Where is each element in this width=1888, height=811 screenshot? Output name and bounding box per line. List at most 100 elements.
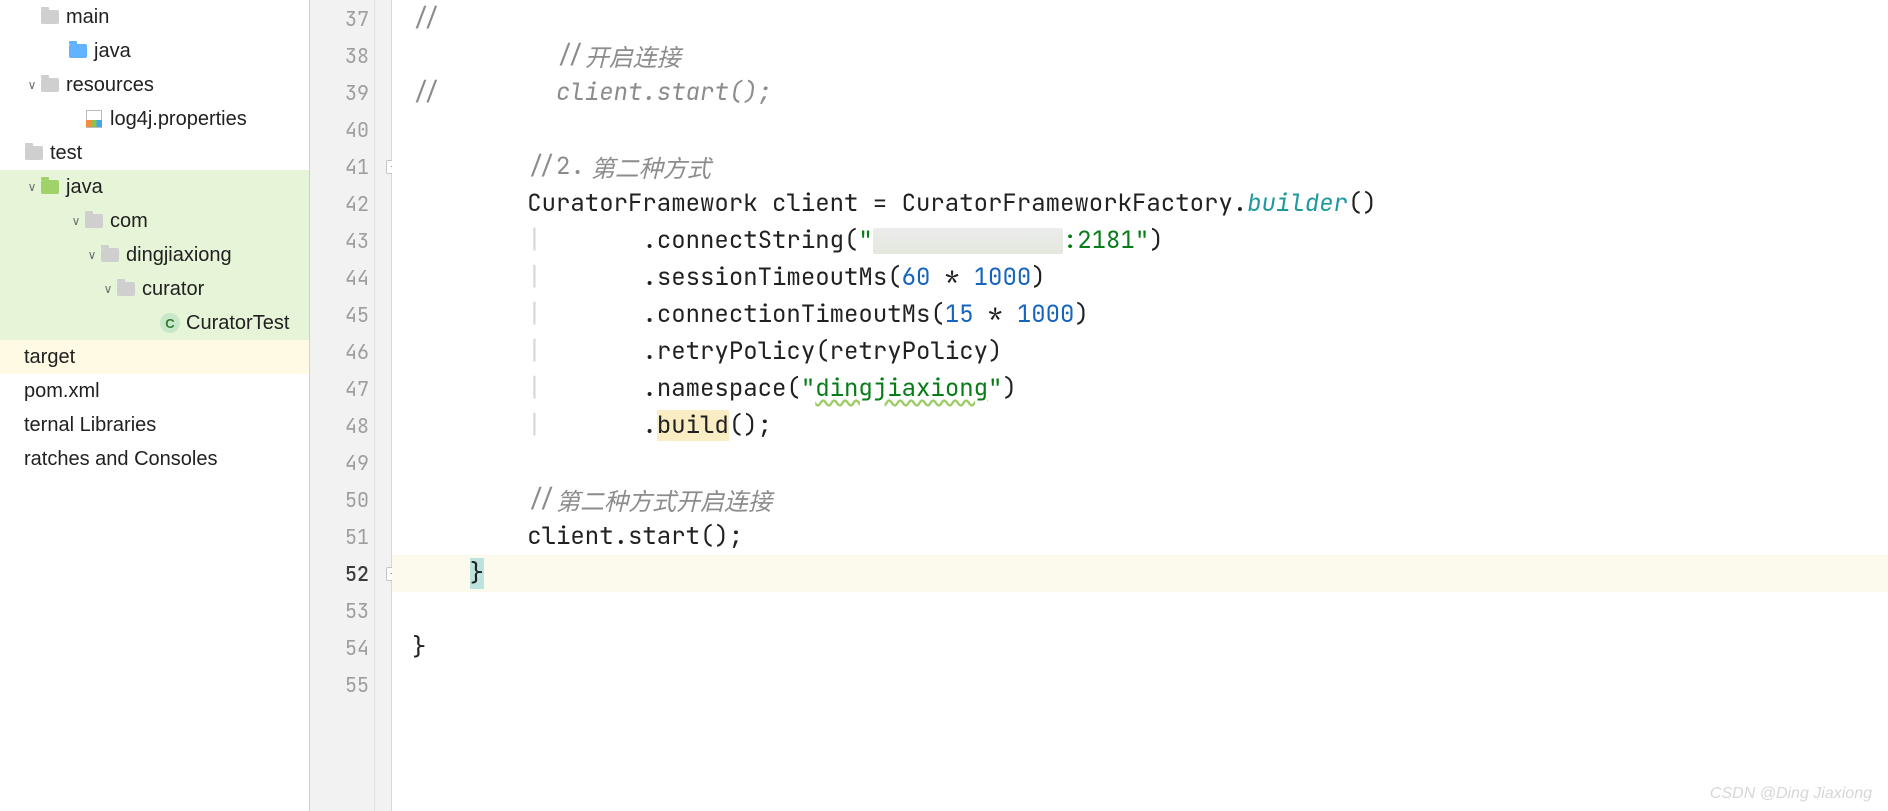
class-icon: C — [160, 313, 180, 333]
number-literal: 1000 — [1017, 299, 1075, 330]
tree-item-dingjiaxiong[interactable]: ∨ dingjiaxiong — [0, 238, 309, 272]
code-line-39[interactable]: // client.start(); — [392, 74, 1888, 111]
tree-item-resources[interactable]: ∨ resources — [0, 68, 309, 102]
caret: } — [470, 558, 484, 589]
tree-item-pom[interactable]: pom.xml — [0, 374, 309, 408]
folder-icon — [68, 41, 88, 61]
code-line-52[interactable]: } — [392, 555, 1888, 592]
folder-icon — [40, 177, 60, 197]
code-line-45[interactable]: | .connectionTimeoutMs(15 * 1000) — [392, 296, 1888, 333]
string-quote: " — [988, 373, 1002, 404]
method-builder: builder — [1247, 188, 1348, 219]
chevron-down-icon[interactable]: ∨ — [84, 248, 100, 262]
code-text: } — [412, 632, 426, 663]
file-icon — [84, 109, 104, 129]
code-text: .sessionTimeoutMs( — [642, 262, 901, 293]
code-line-49[interactable] — [392, 444, 1888, 481]
chevron-down-icon[interactable]: ∨ — [68, 214, 84, 228]
code-line-43[interactable]: | .connectString(":2181") — [392, 222, 1888, 259]
comment-text: 开启连接 — [585, 38, 681, 73]
comment-slashes: // — [527, 484, 556, 515]
code-line-40[interactable] — [392, 111, 1888, 148]
code-line-44[interactable]: | .sessionTimeoutMs(60 * 1000) — [392, 259, 1888, 296]
tree-item-label: CuratorTest — [186, 312, 289, 335]
redacted-host — [873, 228, 1063, 254]
code-line-42[interactable]: CuratorFramework client = CuratorFramewo… — [392, 185, 1888, 222]
tree-item-external-libraries[interactable]: ternal Libraries — [0, 408, 309, 442]
comment-slashes: // — [412, 3, 441, 34]
comment-slashes: //2. — [527, 151, 585, 182]
number-literal: 1000 — [974, 262, 1032, 293]
code-line-48[interactable]: | .build(); — [392, 407, 1888, 444]
folder-icon — [24, 143, 44, 163]
tree-item-label: resources — [66, 74, 154, 97]
tree-item-label: java — [94, 40, 131, 63]
code-line-53[interactable] — [392, 592, 1888, 629]
comment-code: client.start(); — [556, 77, 772, 108]
tree-item-label: curator — [142, 278, 204, 301]
tree-item-label: ratches and Consoles — [24, 448, 217, 471]
tree-item-com[interactable]: ∨ com — [0, 204, 309, 238]
tree-item-label: test — [50, 142, 82, 165]
code-text: * — [930, 262, 973, 293]
tree-item-label: dingjiaxiong — [126, 244, 232, 267]
code-line-41[interactable]: //2. 第二种方式 — [392, 148, 1888, 185]
code-text: ) — [1074, 299, 1088, 330]
comment-text: 第二种方式开启连接 — [556, 482, 772, 517]
tree-item-scratches[interactable]: ratches and Consoles — [0, 442, 309, 476]
string-quote: " — [801, 373, 815, 404]
chevron-down-icon[interactable]: ∨ — [24, 180, 40, 194]
tree-item-target[interactable]: target — [0, 340, 309, 374]
number-literal: 60 — [902, 262, 931, 293]
code-line-47[interactable]: | .namespace("dingjiaxiong") — [392, 370, 1888, 407]
editor-gutter: 3738394041–4243444546474849505152–535455 — [310, 0, 392, 811]
code-line-38[interactable]: //开启连接 — [392, 37, 1888, 74]
code-line-54[interactable]: } — [392, 629, 1888, 666]
tree-item-main[interactable]: main — [0, 0, 309, 34]
number-literal: 15 — [945, 299, 974, 330]
project-tree[interactable]: main java ∨ resources log4j.properties test ∨ j… — [0, 0, 310, 811]
comment-text: 第二种方式 — [591, 149, 711, 184]
string-port: :2181" — [1063, 225, 1149, 256]
tree-item-curatortest[interactable]: C CuratorTest — [0, 306, 309, 340]
code-text: * — [974, 299, 1017, 330]
code-text: .namespace( — [642, 373, 800, 404]
tree-item-java-test[interactable]: ∨ java — [0, 170, 309, 204]
code-line-51[interactable]: client.start(); — [392, 518, 1888, 555]
tree-item-label: com — [110, 210, 148, 233]
folder-icon — [40, 7, 60, 27]
code-text: .connectionTimeoutMs( — [642, 299, 944, 330]
folder-icon — [84, 211, 104, 231]
code-text: CuratorFramework client = CuratorFramewo… — [527, 188, 1247, 219]
code-line-55[interactable] — [392, 666, 1888, 703]
string-namespace: dingjiaxiong — [815, 373, 988, 404]
chevron-down-icon[interactable]: ∨ — [100, 282, 116, 296]
code-line-46[interactable]: | .retryPolicy(retryPolicy) — [392, 333, 1888, 370]
code-text: .connectString( — [642, 225, 858, 256]
code-line-37[interactable]: // — [392, 0, 1888, 37]
chevron-down-icon[interactable]: ∨ — [24, 78, 40, 92]
code-line-50[interactable]: //第二种方式开启连接 — [392, 481, 1888, 518]
code-text: ) — [1031, 262, 1045, 293]
method-build: build — [657, 410, 729, 441]
code-editor[interactable]: // //开启连接 // client.start(); //2. 第二种方式 … — [392, 0, 1888, 811]
folder-icon — [40, 75, 60, 95]
folder-icon — [116, 279, 136, 299]
code-text: . — [642, 410, 656, 441]
folder-icon — [100, 245, 120, 265]
code-text: .retryPolicy(retryPolicy) — [642, 336, 1002, 367]
comment-slashes: // — [412, 77, 441, 108]
code-text: () — [1348, 188, 1377, 219]
tree-item-label: ternal Libraries — [24, 414, 156, 437]
tree-item-test[interactable]: test — [0, 136, 309, 170]
ide-root: main java ∨ resources log4j.properties test ∨ j… — [0, 0, 1888, 811]
string-quote: " — [858, 225, 872, 256]
code-text: client.start(); — [527, 521, 743, 552]
tree-item-log4j[interactable]: log4j.properties — [0, 102, 309, 136]
code-text: ) — [1002, 373, 1016, 404]
tree-item-java-main[interactable]: java — [0, 34, 309, 68]
tree-item-label: java — [66, 176, 103, 199]
watermark: CSDN @Ding Jiaxiong — [1710, 785, 1872, 803]
tree-item-curator[interactable]: ∨ curator — [0, 272, 309, 306]
tree-item-label: pom.xml — [24, 380, 100, 403]
